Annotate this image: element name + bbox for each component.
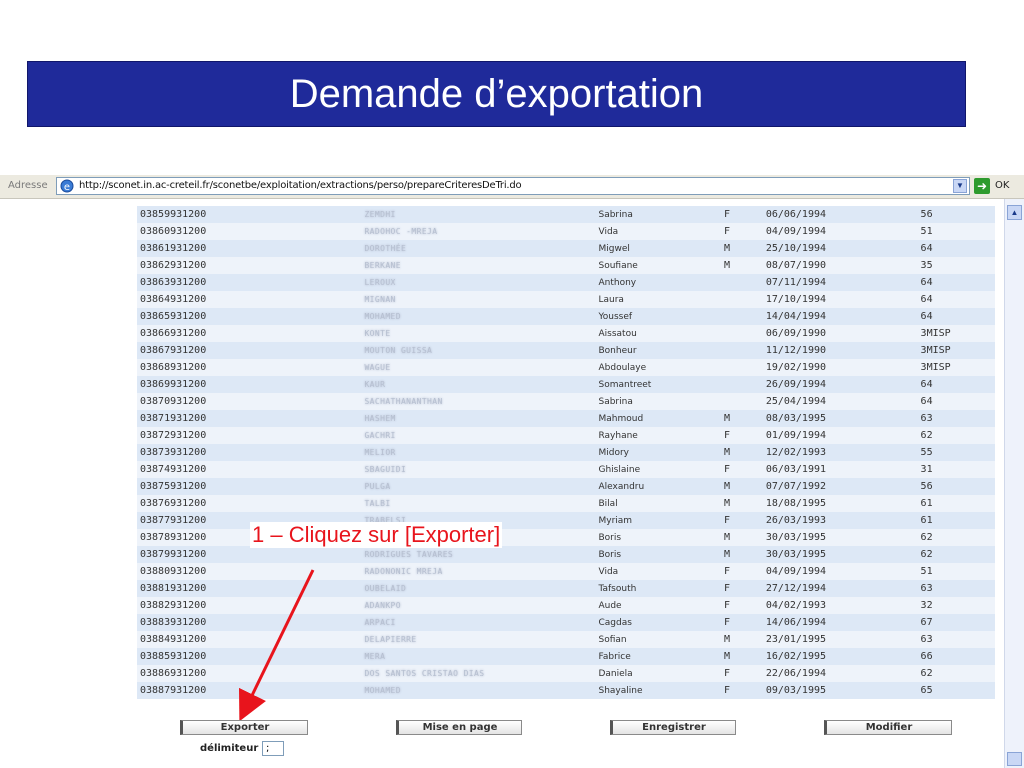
delimiter-input[interactable] (262, 741, 284, 756)
modifier-button[interactable]: Modifier (824, 720, 952, 735)
annotation-arrow (239, 569, 315, 722)
enregistrer-button[interactable]: Enregistrer (610, 720, 736, 735)
exporter-button[interactable]: Exporter (180, 720, 308, 735)
mise-en-page-button[interactable]: Mise en page (396, 720, 522, 735)
delimiter-label: délimiteur (200, 743, 259, 754)
